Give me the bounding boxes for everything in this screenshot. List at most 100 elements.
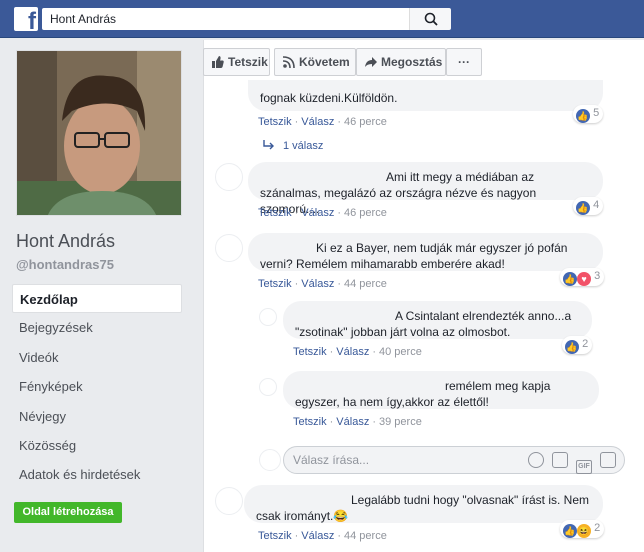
reply-placeholder: Válasz írása... — [293, 453, 370, 467]
comment-time[interactable]: 44 perce — [344, 530, 387, 542]
separator: · — [337, 530, 341, 542]
separator: · — [294, 278, 299, 290]
share-label: Megosztás — [381, 55, 443, 69]
separator: · — [337, 207, 341, 219]
comment-meta: Tetszik · Válasz · 46 perce — [258, 116, 387, 128]
comment-like-link[interactable]: Tetszik — [258, 116, 292, 128]
search-button[interactable] — [409, 8, 451, 30]
separator: · — [329, 416, 334, 428]
sidebar-item-community[interactable]: Közösség — [12, 431, 182, 460]
create-page-button[interactable]: Oldal létrehozása — [14, 502, 122, 523]
share-button[interactable]: Megosztás — [356, 48, 446, 76]
comment-time[interactable]: 46 perce — [344, 116, 387, 128]
reaction-summary[interactable]: 👍 4 — [573, 197, 604, 215]
reaction-count: 4 — [593, 199, 600, 211]
reply-like-link[interactable]: Tetszik — [293, 416, 327, 428]
reply-reply-link[interactable]: Válasz — [336, 346, 369, 358]
sidebar-item-photos[interactable]: Fényképek — [12, 372, 182, 401]
replies-count-label: 1 válasz — [283, 140, 324, 152]
separator: · — [294, 116, 299, 128]
reaction-summary[interactable]: 👍 ♥ 3 — [560, 268, 605, 286]
comment-time[interactable]: 44 perce — [344, 278, 387, 290]
comment-bubble: Ki ez a Bayer, nem tudják már egyszer jó… — [248, 233, 603, 271]
reply-meta: Tetszik · Válasz · 39 perce — [293, 416, 422, 428]
like-reaction-icon: 👍 — [563, 524, 577, 538]
comment-bubble: fognak küzdeni.Külföldön. — [248, 80, 603, 111]
sidebar-nav: Kezdőlap Bejegyzések Videók Fényképek Né… — [12, 284, 182, 490]
separator: · — [337, 278, 341, 290]
reaction-summary[interactable]: 👍 😆 2 — [560, 520, 605, 538]
sidebar-item-videos[interactable]: Videók — [12, 343, 182, 372]
gif-icon[interactable]: GIF — [576, 460, 592, 474]
reply-arrow-icon — [263, 140, 274, 150]
sidebar-item-posts[interactable]: Bejegyzések — [12, 313, 182, 342]
reaction-summary[interactable]: 👍 5 — [573, 105, 604, 123]
comment-reply-link[interactable]: Válasz — [301, 116, 334, 128]
separator: · — [294, 530, 299, 542]
share-arrow-icon — [365, 57, 377, 67]
comment-text: Legalább tudni hogy "olvasnak" írást is.… — [256, 493, 589, 523]
search-icon — [424, 12, 438, 26]
avatar[interactable] — [215, 163, 243, 191]
comment-reply-link[interactable]: Válasz — [301, 278, 334, 290]
comment-reply-link[interactable]: Válasz — [301, 207, 334, 219]
separator: · — [372, 346, 376, 358]
avatar[interactable] — [259, 378, 277, 396]
sidebar-item-info-ads[interactable]: Adatok és hirdetések — [12, 460, 182, 489]
reaction-count: 2 — [594, 522, 601, 534]
comment-like-link[interactable]: Tetszik — [258, 207, 292, 219]
reply-bubble: A Csintalant elrendezték anno...a "zsoti… — [283, 301, 592, 339]
sidebar-item-home[interactable]: Kezdőlap — [12, 284, 182, 314]
reply-tools: GIF — [520, 452, 616, 474]
avatar[interactable] — [215, 487, 243, 515]
reply-like-link[interactable]: Tetszik — [293, 346, 327, 358]
follow-label: Követem — [299, 55, 350, 69]
reply-text: A Csintalant elrendezték anno...a "zsoti… — [295, 309, 572, 339]
like-reaction-icon: 👍 — [576, 201, 590, 215]
more-options-button[interactable]: ··· — [446, 48, 482, 76]
avatar[interactable] — [259, 308, 277, 326]
profile-picture[interactable] — [16, 50, 182, 216]
page-title: Hont András — [16, 231, 116, 251]
separator: · — [294, 207, 299, 219]
sticker-icon[interactable] — [600, 452, 616, 468]
reaction-count: 3 — [594, 270, 601, 282]
search-input[interactable]: Hont András — [42, 8, 409, 30]
comment-like-link[interactable]: Tetszik — [258, 530, 292, 542]
facebook-logo-icon[interactable]: f — [14, 7, 38, 31]
comment-bubble: Ami itt megy a médiában az szánalmas, me… — [248, 162, 603, 216]
reaction-summary[interactable]: 👍 2 — [562, 336, 593, 354]
comment-bubble: Legalább tudni hogy "olvasnak" írást is.… — [244, 485, 603, 523]
reply-time[interactable]: 40 perce — [379, 346, 422, 358]
comment-reply-link[interactable]: Válasz — [301, 530, 334, 542]
comment-text: fognak küzdeni.Külföldön. — [260, 91, 398, 105]
reply-meta: Tetszik · Válasz · 40 perce — [293, 346, 422, 358]
comment-meta: Tetszik · Válasz · 44 perce — [258, 278, 387, 290]
haha-reaction-icon: 😆 — [577, 524, 591, 538]
separator: · — [337, 116, 341, 128]
sidebar-item-about[interactable]: Névjegy — [12, 402, 182, 431]
like-page-button[interactable]: Tetszik — [203, 48, 270, 76]
emoji-icon[interactable] — [528, 452, 544, 468]
comment-time[interactable]: 46 perce — [344, 207, 387, 219]
comment-meta: Tetszik · Válasz · 44 perce — [258, 530, 387, 542]
reply-time[interactable]: 39 perce — [379, 416, 422, 428]
rss-icon — [283, 56, 295, 68]
avatar[interactable] — [215, 234, 243, 262]
comment-like-link[interactable]: Tetszik — [258, 278, 292, 290]
separator: · — [329, 346, 334, 358]
comment-text: Ki ez a Bayer, nem tudják már egyszer jó… — [260, 241, 568, 271]
reply-reply-link[interactable]: Válasz — [336, 416, 369, 428]
page-handle[interactable]: @hontandras75 — [16, 257, 114, 272]
like-reaction-icon: 👍 — [563, 272, 577, 286]
view-replies-link[interactable]: 1 válasz — [263, 140, 323, 152]
camera-icon[interactable] — [552, 452, 568, 468]
separator: · — [372, 416, 376, 428]
sidebar: Hont András @hontandras75 Kezdőlap Bejeg… — [0, 38, 188, 552]
follow-button[interactable]: Követem — [274, 48, 356, 76]
reply-bubble: remélem meg kapja egyszer, ha nem így,ak… — [283, 371, 599, 409]
reply-text: remélem meg kapja egyszer, ha nem így,ak… — [295, 379, 551, 409]
reply-input[interactable]: Válasz írása... GIF — [283, 446, 625, 474]
reaction-count: 5 — [593, 107, 600, 119]
like-reaction-icon: 👍 — [576, 109, 590, 123]
